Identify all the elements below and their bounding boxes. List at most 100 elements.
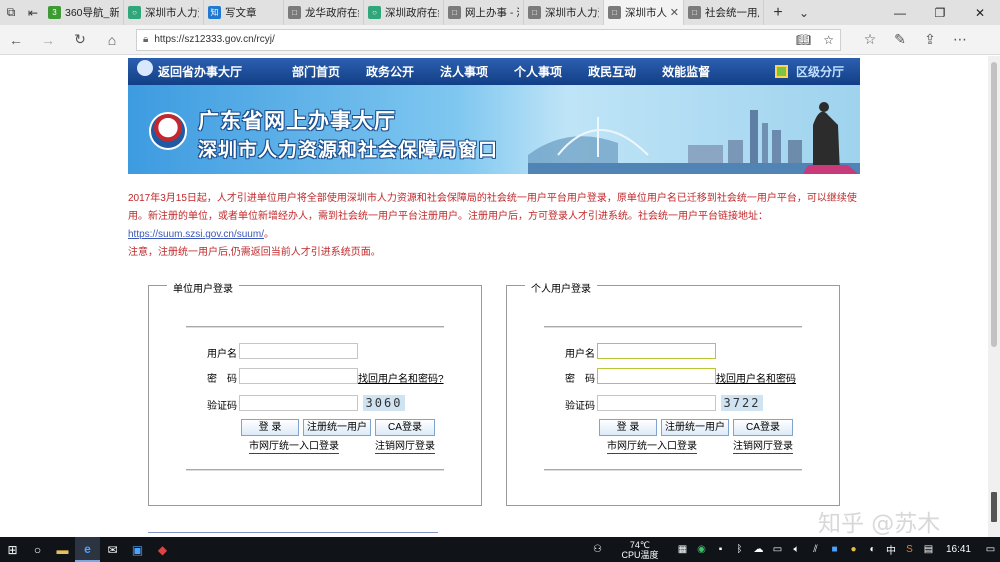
tab-title: 深圳市人力资 — [145, 7, 199, 19]
personal-login-button[interactable]: 登 录 — [599, 419, 657, 436]
personal-register-button[interactable]: 注册统一用户 — [661, 419, 729, 436]
edge-browser-icon[interactable]: e — [75, 537, 100, 562]
refresh-icon[interactable]: ↻ — [64, 25, 96, 55]
personal-username-input[interactable] — [597, 343, 716, 359]
vertical-scrollbar[interactable] — [988, 56, 1000, 537]
security-shield-icon[interactable]: ◉ — [692, 544, 711, 555]
browser-tab[interactable]: □ 龙华政府在线 — [284, 0, 364, 25]
personal-ca-login-button[interactable]: CA登录 — [733, 419, 793, 436]
browser-tab[interactable]: □ 社会统一用户 — [684, 0, 764, 25]
bluetooth-icon[interactable]: ᛒ — [730, 544, 749, 555]
divider — [544, 469, 802, 471]
home-icon[interactable]: ⌂ — [96, 25, 128, 55]
tab-back-icon[interactable]: ⇤ — [22, 0, 44, 25]
notice-link-suffix: 。 — [263, 229, 274, 240]
browser-tab[interactable]: □ 网上办事 - 深 — [444, 0, 524, 25]
app-icon[interactable]: ◆ — [150, 537, 175, 562]
store-icon[interactable]: ▣ — [125, 537, 150, 562]
personal-logout-portal-link[interactable]: 注销网厅登录 — [733, 440, 793, 454]
scrollbar-thumb[interactable] — [991, 62, 997, 347]
unit-ca-login-button[interactable]: CA登录 — [375, 419, 435, 436]
tab-title: 写文章 — [225, 7, 257, 19]
tray-app-icon-5[interactable]: ◐ — [863, 544, 882, 555]
system-clock[interactable]: 16:41 — [946, 544, 971, 555]
new-tab-icon[interactable]: + — [764, 0, 792, 25]
more-icon[interactable]: ⋯ — [945, 25, 975, 55]
network-icon[interactable]: ⫽ — [806, 544, 825, 555]
tray-app-icon[interactable]: ▦ — [673, 544, 692, 555]
web-note-icon[interactable]: ✎ — [885, 25, 915, 55]
tray-app-icon-4[interactable]: ● — [844, 544, 863, 555]
system-tray: ⚇ 74℃ CPU温度 ▦ ◉ ▪ ᛒ ☁ ▭ 🔈︎ ⫽ ■ ● ◐ 中 S ▤… — [588, 540, 1000, 560]
people-icon[interactable]: ⚇ — [588, 544, 607, 555]
nav-item[interactable]: 部门首页 — [292, 63, 340, 80]
personal-password-input[interactable] — [597, 368, 716, 384]
ime-indicator[interactable]: 中 — [882, 542, 900, 557]
volume-icon[interactable]: 🔈︎ — [787, 544, 806, 555]
reading-view-icon[interactable]: 📖︎ — [796, 33, 811, 47]
favorite-star-icon[interactable]: ☆ — [823, 33, 834, 47]
browser-tab[interactable]: 知写文章 — [204, 0, 284, 25]
favorites-hub-icon[interactable]: ☆ — [855, 25, 885, 55]
unit-captcha-input[interactable] — [239, 395, 358, 411]
personal-captcha-label: 验证码 — [565, 401, 595, 412]
share-icon[interactable]: ⇪ — [915, 25, 945, 55]
unit-username-input[interactable] — [239, 343, 358, 359]
divider — [186, 326, 444, 328]
mail-icon[interactable]: ✉ — [100, 537, 125, 562]
nav-item[interactable]: 政民互动 — [588, 63, 636, 80]
site-banner: 广东省网上办事大厅 深圳市人力资源和社会保障局窗口 — [128, 85, 860, 174]
personal-login-box: 个人用户登录 用户名 密 码 找回用户名和密码 验证码 3722 登 录 注册统… — [506, 280, 840, 506]
district-switch[interactable]: 区级分厅 — [774, 63, 844, 80]
nav-item[interactable]: 法人事项 — [440, 63, 488, 80]
windows-taskbar: ⊞ ○ ▬ e ✉ ▣ ◆ ⚇ 74℃ CPU温度 ▦ ◉ ▪ ᛒ ☁ ▭ 🔈︎… — [0, 537, 1000, 562]
personal-portal-login-link[interactable]: 市网厅统一入口登录 — [607, 440, 697, 454]
nav-item[interactable]: 效能监督 — [662, 63, 710, 80]
minimize-icon[interactable]: — — [880, 0, 920, 25]
unit-register-button[interactable]: 注册统一用户 — [303, 419, 371, 436]
tab-actions-icon[interactable]: ⧉ — [0, 0, 22, 25]
tab-list-chevron-icon[interactable]: ⌄ — [792, 0, 816, 25]
tray-cloud-icon[interactable]: ☁ — [749, 544, 768, 555]
file-explorer-icon[interactable]: ▬ — [50, 537, 75, 562]
notification-center-icon[interactable]: ▭ — [981, 544, 1000, 555]
tray-app-icon-3[interactable]: ■ — [825, 544, 844, 555]
browser-tab[interactable]: □ 深圳市人 ✕ — [604, 0, 684, 25]
unit-portal-login-link[interactable]: 市网厅统一入口登录 — [249, 440, 339, 454]
nav-item[interactable]: 个人事项 — [514, 63, 562, 80]
personal-captcha-input[interactable] — [597, 395, 716, 411]
unit-captcha-image[interactable]: 3060 — [363, 395, 405, 411]
unit-forgot-link[interactable]: 找回用户名和密码? — [358, 370, 444, 385]
nav-menu: 部门首页 政务公开 法人事项 个人事项 政民互动 效能监督 — [292, 63, 736, 80]
browser-tab[interactable]: □ 深圳市人力资 — [524, 0, 604, 25]
unit-login-button[interactable]: 登 录 — [241, 419, 299, 436]
cpu-temp-label: CPU温度 — [621, 549, 659, 560]
back-to-province-link[interactable]: 返回省办事大厅 — [128, 60, 256, 80]
close-window-icon[interactable]: ✕ — [960, 0, 1000, 25]
unit-password-input[interactable] — [239, 368, 358, 384]
windows-start-icon[interactable]: ⊞ — [0, 537, 25, 562]
tray-app-icon-6[interactable]: ▤ — [919, 544, 938, 555]
suum-link[interactable]: https://suum.szsi.gov.cn/suum/ — [128, 229, 264, 240]
battery-icon[interactable]: ▭ — [768, 544, 787, 555]
back-arrow-icon[interactable]: ← — [0, 25, 32, 55]
browser-tab[interactable]: ○ 深圳市人力资 — [124, 0, 204, 25]
personal-captcha-image[interactable]: 3722 — [721, 395, 763, 411]
maximize-icon[interactable]: ❐ — [920, 0, 960, 25]
tab-favicon-icon: □ — [608, 6, 621, 19]
tab-favicon-icon: □ — [448, 6, 461, 19]
address-bar[interactable]: 🔒︎ https://sz12333.gov.cn/rcyj/ 📖︎ ☆ — [136, 28, 841, 51]
tab-favicon-icon: ○ — [128, 6, 141, 19]
city-skyline-image — [528, 102, 860, 174]
tray-app-icon-2[interactable]: ▪ — [711, 544, 730, 555]
personal-forgot-link[interactable]: 找回用户名和密码 — [716, 370, 796, 385]
tab-favicon-icon: 知 — [208, 6, 221, 19]
sogou-ime-icon[interactable]: S — [900, 544, 919, 555]
forward-arrow-icon[interactable]: → — [32, 25, 64, 55]
unit-logout-portal-link[interactable]: 注销网厅登录 — [375, 440, 435, 454]
close-tab-icon[interactable]: ✕ — [670, 6, 679, 19]
cortana-search-icon[interactable]: ○ — [25, 537, 50, 562]
browser-tab[interactable]: 3 360导航_新一 — [44, 0, 124, 25]
nav-item[interactable]: 政务公开 — [366, 63, 414, 80]
browser-tab[interactable]: ○ 深圳政府在线 — [364, 0, 444, 25]
